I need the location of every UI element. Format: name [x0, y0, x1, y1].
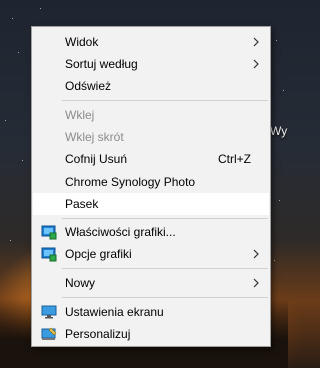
- menu-item-label: Wklej skrót: [65, 130, 124, 144]
- menu-item-label: Pasek: [65, 197, 99, 211]
- chevron-right-icon: [253, 278, 259, 288]
- menu-item-label: Odśwież: [65, 79, 112, 93]
- chevron-right-icon: [253, 59, 259, 69]
- menu-item-label: Właściwości grafiki...: [65, 225, 176, 239]
- menu-item-paste-shortcut[interactable]: Wklej skrót: [33, 126, 269, 148]
- menu-separator: [62, 218, 268, 219]
- menu-item-display-settings[interactable]: Ustawienia ekranu: [33, 301, 269, 323]
- menu-item-label: Ustawienia ekranu: [65, 305, 164, 319]
- menu-item-graphics-options[interactable]: Opcje grafiki: [33, 243, 269, 265]
- intel-graphics-icon: [41, 225, 57, 240]
- menu-separator: [62, 268, 268, 269]
- menu-item-pasek[interactable]: Pasek: [33, 193, 269, 215]
- context-menu: Widok Sortuj według Odśwież Wklej Wklej …: [31, 26, 271, 347]
- display-icon: [41, 305, 57, 319]
- menu-item-label: Sortuj według: [65, 57, 138, 71]
- menu-item-label: Personalizuj: [65, 327, 131, 341]
- menu-separator: [62, 100, 268, 101]
- menu-item-label: Widok: [65, 35, 99, 49]
- menu-item-chrome-synology-photo[interactable]: Chrome Synology Photo: [33, 171, 269, 193]
- chevron-right-icon: [253, 249, 259, 259]
- menu-item-view[interactable]: Widok: [33, 31, 269, 53]
- menu-item-label: Cofnij Usuń: [65, 152, 128, 166]
- menu-separator: [62, 297, 268, 298]
- menu-item-shortcut: Ctrl+Z: [218, 152, 251, 166]
- menu-item-paste[interactable]: Wklej: [33, 104, 269, 126]
- menu-item-label: Opcje grafiki: [65, 247, 132, 261]
- menu-item-sort-by[interactable]: Sortuj według: [33, 53, 269, 75]
- menu-item-undo-delete[interactable]: Cofnij Usuń Ctrl+Z: [33, 148, 269, 170]
- menu-item-refresh[interactable]: Odśwież: [33, 75, 269, 97]
- chevron-right-icon: [253, 37, 259, 47]
- desktop-icon-label[interactable]: Wy: [270, 124, 287, 138]
- menu-item-label: Wklej: [65, 108, 95, 122]
- menu-item-graphics-properties[interactable]: Właściwości grafiki...: [33, 221, 269, 243]
- intel-graphics-icon: [41, 247, 57, 262]
- menu-item-label: Nowy: [65, 276, 96, 290]
- menu-item-label: Chrome Synology Photo: [65, 175, 196, 189]
- personalize-icon: [41, 327, 57, 340]
- menu-item-personalize[interactable]: Personalizuj: [33, 323, 269, 345]
- menu-item-new[interactable]: Nowy: [33, 272, 269, 294]
